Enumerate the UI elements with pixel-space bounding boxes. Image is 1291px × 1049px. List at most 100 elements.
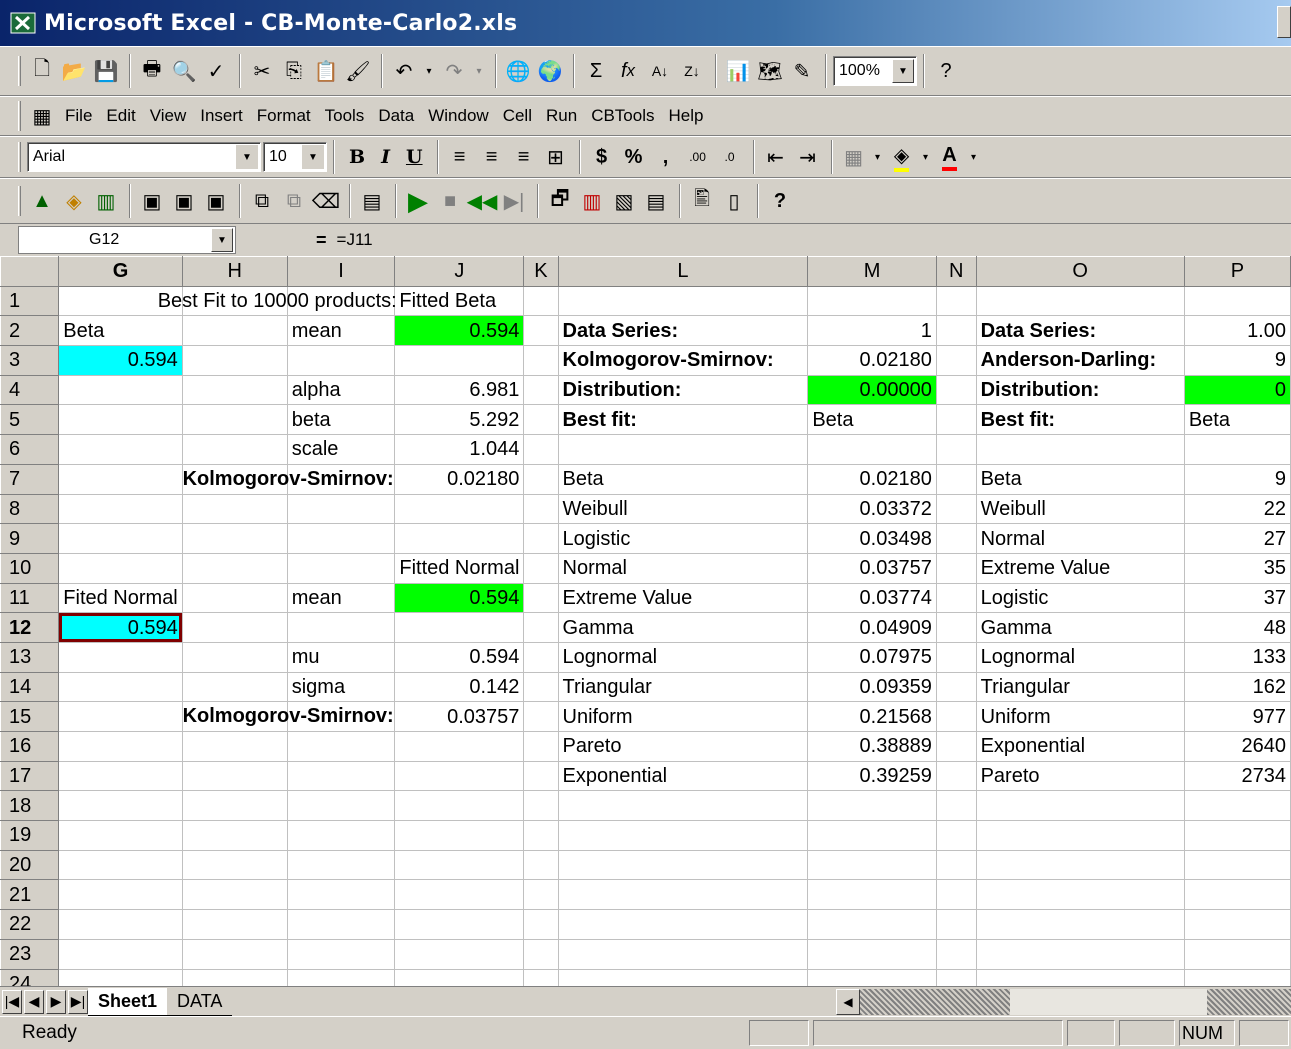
sensitivity-chart-icon[interactable]: ▤: [641, 184, 671, 218]
cell-n23[interactable]: [935, 938, 977, 970]
row-header[interactable]: 21: [0, 879, 60, 911]
cell-o15[interactable]: Uniform: [975, 701, 1185, 732]
cell-k10[interactable]: [523, 552, 559, 584]
chart-wizard-icon[interactable]: 📊: [723, 54, 753, 88]
cell-h6[interactable]: [181, 434, 288, 465]
cell-h17[interactable]: [181, 760, 288, 792]
cell-h21[interactable]: [181, 879, 288, 911]
cell-p1[interactable]: [1183, 285, 1291, 317]
row-header[interactable]: 17: [0, 760, 60, 792]
cell-g2[interactable]: Beta: [58, 315, 183, 347]
menu-help[interactable]: Help: [669, 106, 704, 126]
align-left-icon[interactable]: ≡: [445, 140, 475, 174]
cell-o18[interactable]: [975, 790, 1185, 822]
cell-i16[interactable]: [286, 731, 396, 762]
select-assumptions-icon[interactable]: ▣: [137, 184, 167, 218]
cell-k8[interactable]: [523, 493, 559, 525]
row-header[interactable]: 19: [0, 820, 60, 851]
cell-g18[interactable]: [58, 790, 183, 822]
menu-cell[interactable]: Cell: [503, 106, 532, 126]
cell-h20[interactable]: [181, 849, 288, 881]
chevron-down-icon[interactable]: ▼: [892, 59, 914, 83]
cell-n11[interactable]: [935, 582, 977, 614]
sort-ascending-icon[interactable]: A↓: [645, 54, 675, 88]
menu-view[interactable]: View: [150, 106, 187, 126]
cell-p9[interactable]: 27: [1183, 523, 1291, 554]
cell-h8[interactable]: [181, 493, 288, 525]
row-header[interactable]: 8: [0, 493, 60, 525]
cell-k17[interactable]: [523, 760, 559, 792]
cell-k21[interactable]: [523, 879, 559, 911]
cell-j23[interactable]: [394, 938, 525, 970]
cell-p21[interactable]: [1183, 879, 1291, 911]
cell-g6[interactable]: [58, 434, 183, 465]
cell-o24[interactable]: [975, 968, 1185, 986]
cell-k16[interactable]: [523, 731, 559, 762]
row-header[interactable]: 2: [0, 315, 60, 347]
cell-p15[interactable]: 977: [1183, 701, 1291, 732]
cell-k12[interactable]: [523, 612, 559, 643]
edit-formula-icon[interactable]: =: [316, 230, 327, 251]
cell-j6[interactable]: 1.044: [394, 434, 525, 465]
autosum-icon[interactable]: Σ: [581, 54, 611, 88]
cell-o19[interactable]: [975, 820, 1185, 851]
cell-m4[interactable]: 0.00000: [807, 374, 937, 406]
cell-k7[interactable]: [523, 463, 559, 495]
cell-h4[interactable]: [181, 374, 288, 406]
cell-j7[interactable]: 0.02180: [394, 463, 525, 495]
cell-j3[interactable]: [394, 345, 525, 376]
cell-g13[interactable]: [58, 641, 183, 673]
cell-l20[interactable]: [557, 849, 809, 881]
comma-style-icon[interactable]: ,: [651, 140, 681, 174]
cell-k3[interactable]: [523, 345, 559, 376]
menu-insert[interactable]: Insert: [200, 106, 243, 126]
cell-i5[interactable]: beta: [286, 404, 396, 436]
copy-icon[interactable]: ⎘: [279, 54, 309, 88]
cell-m21[interactable]: [807, 879, 937, 911]
cell-k4[interactable]: [523, 374, 559, 406]
reset-simulation-icon[interactable]: ◀◀: [467, 184, 498, 218]
cell-m19[interactable]: [807, 820, 937, 851]
cell-n20[interactable]: [935, 849, 977, 881]
cell-m5[interactable]: Beta: [807, 404, 937, 436]
sort-descending-icon[interactable]: Z↓: [677, 54, 707, 88]
cell-o16[interactable]: Exponential: [975, 731, 1185, 762]
cell-l17[interactable]: Exponential: [557, 760, 809, 792]
cell-o4[interactable]: Distribution:: [975, 374, 1185, 406]
cell-o2[interactable]: Data Series:: [975, 315, 1185, 347]
cell-l5[interactable]: Best fit:: [557, 404, 809, 436]
cell-j1[interactable]: Fitted Beta: [394, 285, 525, 317]
column-header[interactable]: P: [1183, 256, 1291, 287]
cell-h3[interactable]: [181, 345, 288, 376]
cell-m15[interactable]: 0.21568: [807, 701, 937, 732]
cell-p7[interactable]: 9: [1183, 463, 1291, 495]
cell-j19[interactable]: [394, 820, 525, 851]
cell-g16[interactable]: [58, 731, 183, 762]
cell-l10[interactable]: Normal: [557, 552, 809, 584]
cell-k23[interactable]: [523, 938, 559, 970]
cell-j4[interactable]: 6.981: [394, 374, 525, 406]
toolbar-grip[interactable]: [18, 101, 21, 131]
cell-n12[interactable]: [935, 612, 977, 643]
menu-format[interactable]: Format: [257, 106, 311, 126]
grid-body[interactable]: 1 Best Fit to 10000 products: Fitted Beta 2…: [0, 285, 1291, 986]
sheet-tab-data[interactable]: DATA: [167, 988, 233, 1016]
cell-p13[interactable]: 133: [1183, 641, 1291, 673]
cell-h1[interactable]: Best Fit to 10000 products:: [158, 285, 397, 317]
row-header[interactable]: 14: [0, 671, 60, 703]
cell-m3[interactable]: 0.02180: [807, 345, 937, 376]
column-header[interactable]: L: [557, 256, 809, 287]
cell-h18[interactable]: [181, 790, 288, 822]
cell-n9[interactable]: [935, 523, 977, 554]
window-control-button[interactable]: [1277, 6, 1291, 38]
cell-j10[interactable]: Fitted Normal: [394, 552, 525, 584]
cell-m8[interactable]: 0.03372: [807, 493, 937, 525]
undo-dropdown-icon[interactable]: ▾: [421, 54, 437, 88]
row-header[interactable]: 10: [0, 552, 60, 584]
cut-icon[interactable]: ✂: [247, 54, 277, 88]
cell-o5[interactable]: Best fit:: [975, 404, 1185, 436]
cell-j16[interactable]: [394, 731, 525, 762]
paste-function-icon[interactable]: fx: [613, 54, 643, 88]
trend-chart-icon[interactable]: ▧: [609, 184, 639, 218]
cell-o11[interactable]: Logistic: [975, 582, 1185, 614]
